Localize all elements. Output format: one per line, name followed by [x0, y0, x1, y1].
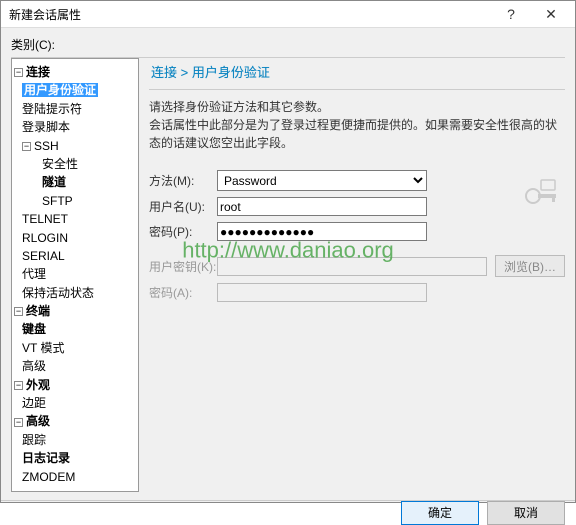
- browse-button: 浏览(B)…: [495, 255, 565, 277]
- method-select[interactable]: Password: [217, 170, 427, 191]
- tree-zmodem[interactable]: ZMODEM: [22, 470, 75, 484]
- expand-icon[interactable]: −: [14, 68, 23, 77]
- password-input[interactable]: [217, 222, 427, 241]
- tree-log[interactable]: 日志记录: [22, 451, 70, 465]
- window-title: 新建会话属性: [5, 6, 491, 23]
- username-input[interactable]: [217, 197, 427, 216]
- tree-advanced[interactable]: 高级: [26, 414, 50, 428]
- dialog-window: 新建会话属性 ? ✕ 类别(C): −连接 用户身份验证 登陆提示符 登录脚本 …: [0, 0, 576, 503]
- tree-keepalive[interactable]: 保持活动状态: [22, 286, 94, 300]
- tree-security[interactable]: 安全性: [42, 157, 78, 171]
- breadcrumb: 连接 > 用户身份验证: [149, 58, 565, 90]
- username-label: 用户名(U):: [149, 198, 217, 215]
- content-panel: 连接 > 用户身份验证 请选择身份验证方法和其它参数。 会话属性中此部分是为了登…: [139, 58, 565, 492]
- tree-sftp[interactable]: SFTP: [42, 194, 73, 208]
- tree-ssh[interactable]: SSH: [34, 139, 59, 153]
- key-icon: [519, 176, 559, 210]
- pubkey-input: [217, 257, 487, 276]
- tree-connection[interactable]: 连接: [26, 65, 50, 79]
- password2-input: [217, 283, 427, 302]
- tree-margin[interactable]: 边距: [22, 396, 46, 410]
- dialog-body: 类别(C): −连接 用户身份验证 登陆提示符 登录脚本 −SSH 安全性 隧道…: [1, 28, 575, 500]
- expand-icon[interactable]: −: [14, 307, 23, 316]
- category-tree[interactable]: −连接 用户身份验证 登陆提示符 登录脚本 −SSH 安全性 隧道 SFTP T…: [11, 58, 139, 492]
- tree-login-script[interactable]: 登录脚本: [22, 120, 70, 134]
- tree-keyboard[interactable]: 键盘: [22, 322, 46, 336]
- close-button[interactable]: ✕: [531, 1, 571, 27]
- password2-label: 密码(A):: [149, 284, 217, 301]
- titlebar: 新建会话属性 ? ✕: [1, 1, 575, 28]
- cancel-button[interactable]: 取消: [487, 501, 565, 525]
- tree-trace[interactable]: 跟踪: [22, 433, 46, 447]
- pubkey-label: 用户密钥(K):: [149, 258, 217, 275]
- description: 请选择身份验证方法和其它参数。 会话属性中此部分是为了登录过程更便捷而提供的。如…: [149, 98, 565, 152]
- tree-terminal[interactable]: 终端: [26, 304, 50, 318]
- tree-appearance[interactable]: 外观: [26, 378, 50, 392]
- help-button[interactable]: ?: [491, 1, 531, 27]
- expand-icon[interactable]: −: [14, 418, 23, 427]
- expand-icon[interactable]: −: [14, 381, 23, 390]
- tree-advanced-t[interactable]: 高级: [22, 359, 46, 373]
- tree-auth[interactable]: 用户身份验证: [22, 83, 98, 97]
- dialog-footer: 确定 取消: [1, 500, 575, 525]
- tree-login-prompt[interactable]: 登陆提示符: [22, 102, 82, 116]
- category-label: 类别(C):: [11, 36, 565, 53]
- tree-telnet[interactable]: TELNET: [22, 212, 68, 226]
- tree-serial[interactable]: SERIAL: [22, 249, 65, 263]
- tree-vt[interactable]: VT 模式: [22, 341, 64, 355]
- ok-button[interactable]: 确定: [401, 501, 479, 525]
- tree-tunnel[interactable]: 隧道: [42, 175, 66, 189]
- tree-rlogin[interactable]: RLOGIN: [22, 231, 68, 245]
- password-label: 密码(P):: [149, 223, 217, 240]
- method-label: 方法(M):: [149, 172, 217, 189]
- expand-icon[interactable]: −: [22, 142, 31, 151]
- tree-proxy[interactable]: 代理: [22, 267, 46, 281]
